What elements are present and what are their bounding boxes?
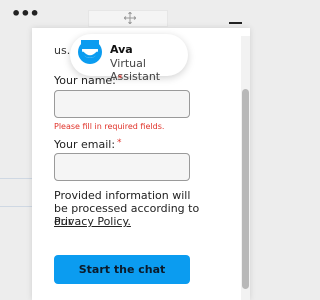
background-divider	[0, 206, 32, 207]
truncated-text: us.	[54, 44, 71, 57]
privacy-policy-link[interactable]: Privacy Policy.	[54, 215, 131, 228]
ava-logo-icon	[78, 40, 102, 64]
email-input[interactable]	[54, 153, 190, 181]
required-marker: *	[117, 138, 122, 148]
name-label: Your name: *	[54, 74, 123, 87]
move-icon	[124, 12, 136, 24]
assistant-header: Ava Virtual Assistant	[70, 34, 188, 83]
email-label: Your email: *	[54, 138, 122, 151]
name-input[interactable]	[54, 90, 190, 118]
name-error-message: Please fill in required fields.	[54, 122, 165, 131]
required-marker: *	[117, 74, 123, 84]
drag-handle[interactable]	[88, 10, 168, 27]
minimize-icon[interactable]	[229, 22, 242, 24]
scrollbar[interactable]	[241, 36, 250, 300]
assistant-name: Ava	[110, 43, 133, 56]
scrollbar-thumb[interactable]	[242, 89, 249, 289]
background-divider	[0, 178, 32, 179]
window-menu-icon[interactable]: •••	[11, 6, 40, 22]
start-chat-button[interactable]: Start the chat	[54, 255, 190, 284]
